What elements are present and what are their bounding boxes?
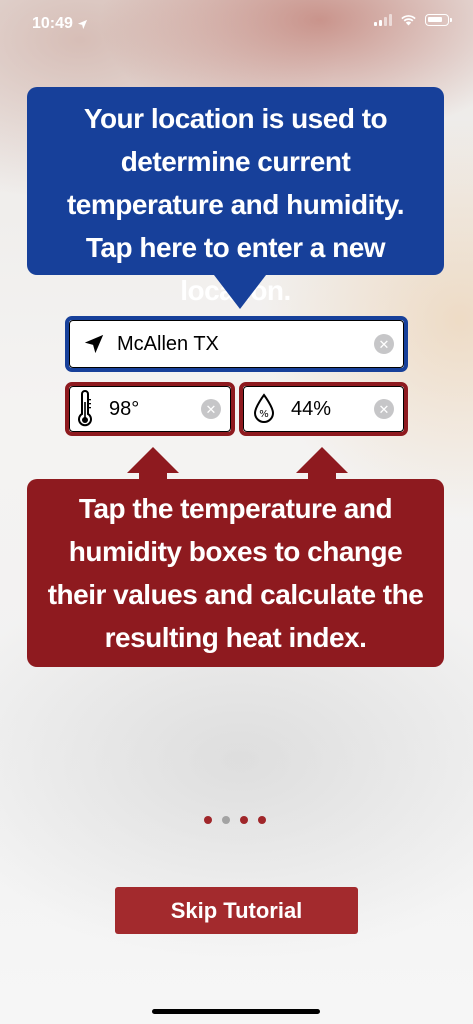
svg-text:%: % <box>259 409 269 420</box>
page-dot[interactable] <box>204 816 212 824</box>
wifi-icon <box>401 15 416 26</box>
status-time-label: 10:49 <box>32 15 73 32</box>
temperature-value: 98° <box>109 397 140 420</box>
values-callout-text: Tap the temperature and humidity boxes t… <box>47 493 424 653</box>
clear-icon[interactable]: ✕ <box>374 399 394 419</box>
page-dot[interactable] <box>240 816 248 824</box>
location-tutorial-callout: Your location is used to determine curre… <box>27 87 444 306</box>
humidity-value: 44% <box>291 397 332 420</box>
humidity-drop-icon: % <box>251 393 277 425</box>
clear-icon[interactable]: ✕ <box>201 399 221 419</box>
home-indicator[interactable] <box>152 1009 320 1014</box>
temperature-field[interactable]: 98° ✕ <box>65 382 235 436</box>
clear-icon[interactable]: ✕ <box>374 334 394 354</box>
status-indicators <box>374 14 452 26</box>
location-services-icon <box>77 19 88 29</box>
location-field[interactable]: McAllen TX ✕ <box>65 316 408 372</box>
location-arrow-icon <box>83 333 105 355</box>
thermometer-icon <box>77 390 93 428</box>
cellular-signal-icon <box>374 14 392 26</box>
values-tutorial-callout: Tap the temperature and humidity boxes t… <box>27 479 444 667</box>
skip-tutorial-button[interactable]: Skip Tutorial <box>115 887 358 934</box>
page-indicator[interactable] <box>204 816 266 824</box>
location-value: McAllen TX <box>117 332 219 355</box>
page-dot[interactable] <box>258 816 266 824</box>
battery-icon <box>425 14 452 26</box>
status-time: 10:49 <box>32 15 88 33</box>
callout-arrow-down <box>214 275 266 309</box>
page-dot-current[interactable] <box>222 816 230 824</box>
humidity-field[interactable]: % 44% ✕ <box>239 382 408 436</box>
